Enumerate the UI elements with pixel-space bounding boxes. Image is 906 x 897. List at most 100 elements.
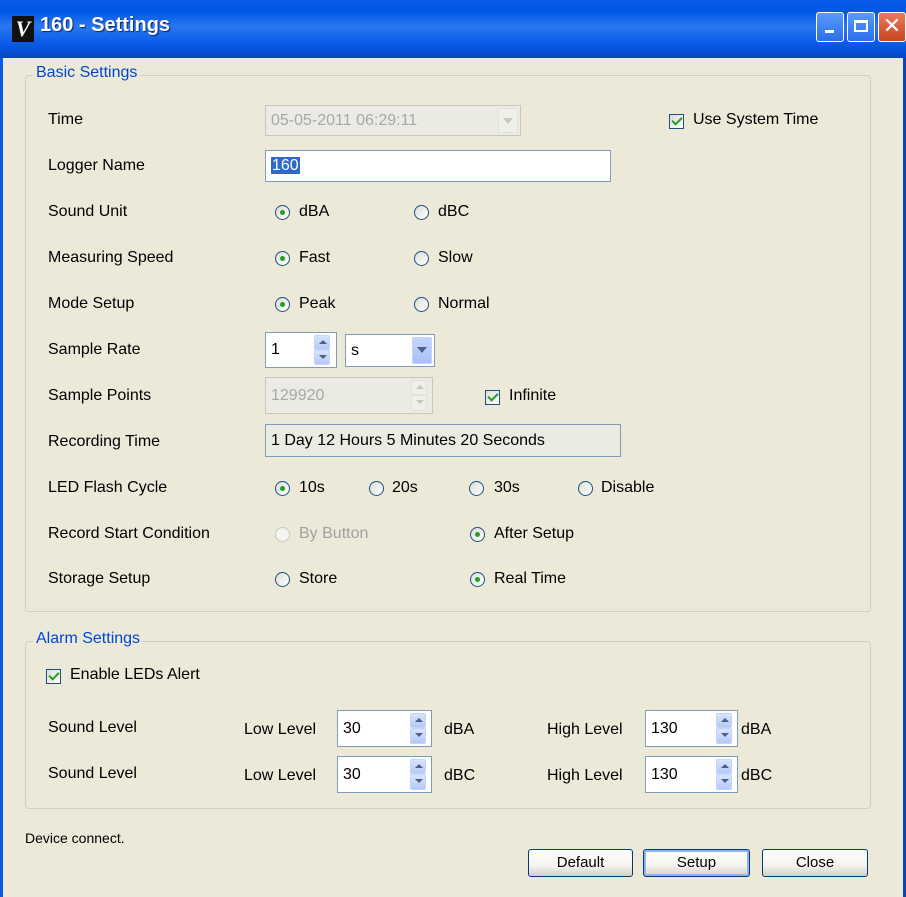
enable-leds-alert-checkbox[interactable] — [46, 669, 61, 684]
mode-setup-normal-label: Normal — [438, 295, 490, 312]
led-flash-10s-radio[interactable] — [275, 481, 290, 496]
sample-rate-spin-up-button[interactable] — [314, 335, 330, 350]
chevron-up-icon — [416, 385, 424, 389]
record-start-after-setup-label: After Setup — [494, 525, 575, 542]
minimize-button[interactable] — [816, 12, 844, 42]
measuring-speed-fast-radio[interactable] — [275, 251, 290, 266]
alarm-row-2-low-spin-up-button[interactable] — [410, 759, 426, 774]
storage-real-time-radio[interactable] — [470, 572, 485, 587]
chevron-down-icon — [417, 347, 427, 353]
maximize-icon — [854, 20, 868, 32]
alarm-row-1-low-spin-up-button[interactable] — [410, 713, 426, 728]
close-icon: ✕ — [882, 14, 902, 39]
sample-rate-value: 1 — [271, 341, 280, 358]
sample-rate-label: Sample Rate — [48, 341, 141, 358]
mode-setup-peak-label: Peak — [299, 295, 336, 312]
measuring-speed-slow-radio[interactable] — [414, 251, 429, 266]
chevron-up-icon — [721, 718, 729, 722]
alarm-row-1-high-value: 130 — [651, 720, 678, 737]
chevron-up-icon — [721, 764, 729, 768]
led-flash-disable-radio[interactable] — [578, 481, 593, 496]
alarm-row-1-low-spinner[interactable] — [410, 713, 426, 744]
alarm-row-2-high-spin-down-button[interactable] — [716, 774, 732, 790]
alarm-row-1-high-unit: dBA — [741, 721, 772, 738]
alarm-row-1-low-spin-down-button[interactable] — [410, 728, 426, 744]
alarm-row-2-low-spinner[interactable] — [410, 759, 426, 790]
use-system-time-label: Use System Time — [693, 111, 819, 128]
alarm-row-2-high-spin-up-button[interactable] — [716, 759, 732, 774]
sample-points-spin-up-button[interactable] — [411, 380, 427, 395]
logger-name-input[interactable]: 160 — [265, 150, 611, 182]
alarm-row-2-low-spin-down-button[interactable] — [410, 774, 426, 790]
led-flash-10s-label: 10s — [299, 479, 325, 496]
measuring-speed-slow-label: Slow — [438, 249, 473, 266]
mode-setup-normal-radio[interactable] — [414, 297, 429, 312]
chevron-down-icon — [416, 400, 424, 404]
led-flash-cycle-label: LED Flash Cycle — [48, 479, 168, 496]
chevron-up-icon — [319, 340, 327, 344]
alarm-row-1-low-value: 30 — [343, 720, 361, 737]
sample-rate-unit-value: s — [351, 342, 359, 359]
recording-time-label: Recording Time — [48, 433, 161, 450]
record-start-by-button-radio[interactable] — [275, 527, 290, 542]
close-button[interactable]: Close — [762, 849, 868, 877]
time-label: Time — [48, 111, 83, 128]
minimize-icon — [825, 30, 834, 33]
alarm-row-2-low-value: 30 — [343, 766, 361, 783]
title-bar[interactable]: V 160 - Settings ✕ — [0, 0, 906, 58]
time-dropdown-button[interactable] — [498, 108, 518, 133]
alarm-row-1-high-spin-down-button[interactable] — [716, 728, 732, 744]
alarm-row-2-high-spinner[interactable] — [716, 759, 732, 790]
mode-setup-label: Mode Setup — [48, 295, 135, 312]
window-title: 160 - Settings — [40, 14, 171, 36]
storage-store-radio[interactable] — [275, 572, 290, 587]
sample-points-spin-down-button[interactable] — [411, 395, 427, 411]
led-flash-20s-radio[interactable] — [369, 481, 384, 496]
chevron-up-icon — [415, 764, 423, 768]
sample-points-spinner[interactable] — [411, 380, 427, 411]
alarm-row-1-high-label: High Level — [547, 721, 623, 738]
setup-button[interactable]: Setup — [643, 849, 750, 877]
sample-points-input[interactable]: 129920 — [265, 377, 433, 414]
sound-unit-dbc-radio[interactable] — [414, 205, 429, 220]
infinite-label: Infinite — [509, 387, 557, 404]
record-start-by-button-label: By Button — [299, 525, 369, 542]
sample-rate-spin-down-button[interactable] — [314, 350, 330, 365]
measuring-speed-fast-label: Fast — [299, 249, 331, 266]
close-window-button[interactable]: ✕ — [878, 12, 906, 42]
measuring-speed-label: Measuring Speed — [48, 249, 174, 266]
logger-name-label: Logger Name — [48, 157, 145, 174]
sample-points-label: Sample Points — [48, 387, 152, 404]
led-flash-30s-radio[interactable] — [469, 481, 484, 496]
chevron-down-icon — [503, 118, 513, 124]
alarm-row-2-low-label: Low Level — [244, 767, 317, 784]
alarm-settings-legend: Alarm Settings — [33, 630, 144, 648]
alarm-row-2-low-unit: dBC — [444, 767, 476, 784]
infinite-checkbox[interactable] — [485, 390, 500, 405]
maximize-button[interactable] — [847, 12, 875, 42]
alarm-row-2-high-value: 130 — [651, 766, 678, 783]
status-text: Device connect. — [25, 830, 125, 846]
record-start-condition-label: Record Start Condition — [48, 525, 210, 542]
alarm-row-2-high-label: High Level — [547, 767, 623, 784]
sample-rate-unit-dropdown-button[interactable] — [412, 337, 432, 364]
alarm-row-1-high-spin-up-button[interactable] — [716, 713, 732, 728]
recording-time-field: 1 Day 12 Hours 5 Minutes 20 Seconds — [265, 424, 621, 457]
alarm-row-1-high-spinner[interactable] — [716, 713, 732, 744]
enable-leds-alert-label: Enable LEDs Alert — [70, 666, 200, 683]
chevron-down-icon — [721, 733, 729, 737]
storage-setup-label: Storage Setup — [48, 570, 151, 587]
chevron-down-icon — [721, 779, 729, 783]
alarm-row-2-label: Sound Level — [48, 765, 137, 782]
use-system-time-checkbox[interactable] — [669, 114, 684, 129]
chevron-down-icon — [415, 733, 423, 737]
record-start-after-setup-radio[interactable] — [470, 527, 485, 542]
default-button[interactable]: Default — [528, 849, 633, 877]
sample-rate-spinner[interactable] — [314, 335, 330, 365]
time-datetime-field[interactable]: 05-05-2011 06:29:11 — [265, 105, 521, 136]
sound-unit-dba-radio[interactable] — [275, 205, 290, 220]
time-value: 05-05-2011 06:29:11 — [271, 112, 418, 129]
alarm-row-2-high-unit: dBC — [741, 767, 773, 784]
mode-setup-peak-radio[interactable] — [275, 297, 290, 312]
led-flash-disable-label: Disable — [601, 479, 655, 496]
